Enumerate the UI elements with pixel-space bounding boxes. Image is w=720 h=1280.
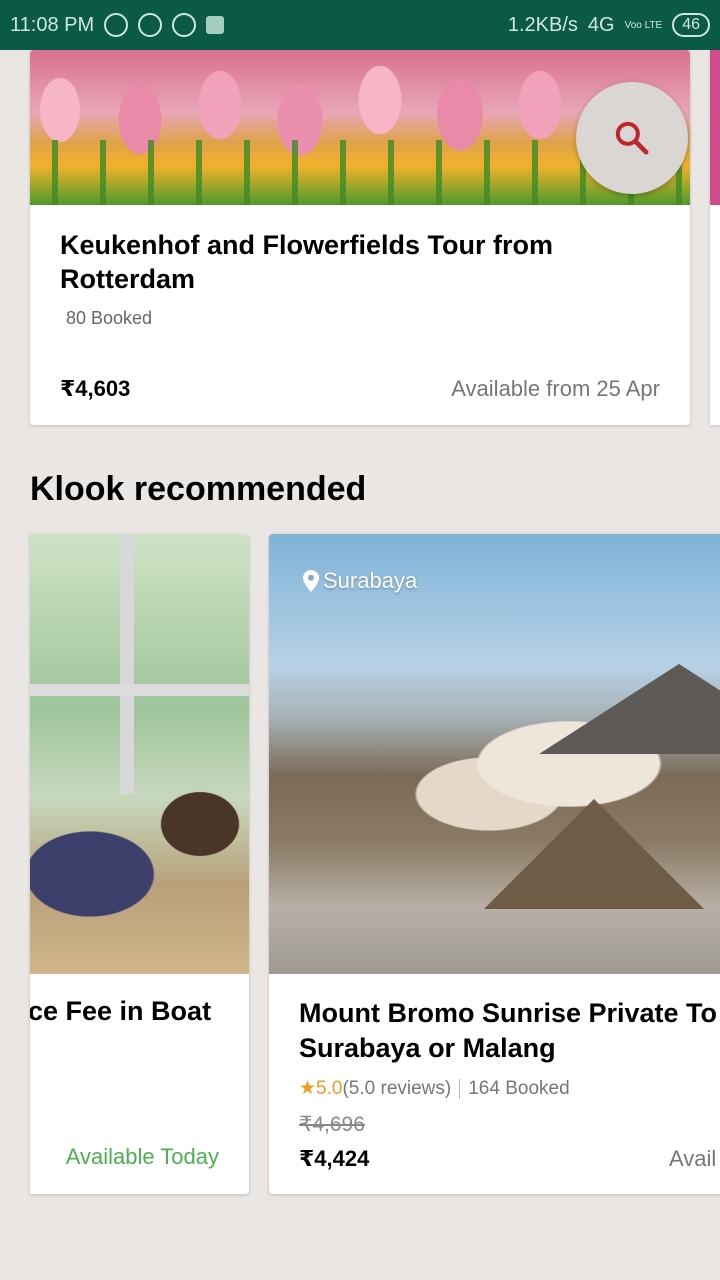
availability-text: Avail xyxy=(669,1146,717,1171)
booked-count: 164 Booked xyxy=(468,1077,570,1099)
activity-price: ₹4,603 xyxy=(60,376,131,401)
rating-value: 5.0 xyxy=(316,1077,343,1099)
location-name: Surabaya xyxy=(323,568,418,593)
whatsapp-icon xyxy=(138,13,163,37)
activity-title: Mount Bromo Sunrise Private To Surabaya … xyxy=(299,998,718,1063)
review-count: (5.0 reviews) xyxy=(342,1077,452,1099)
carrier-tag: Voo LTE xyxy=(624,19,663,31)
activity-title: Keukenhof and Flowerfields Tour from Rot… xyxy=(60,230,554,294)
cat-cafe-image xyxy=(30,534,249,974)
next-card-image xyxy=(710,50,720,205)
recommended-card[interactable]: ce Fee in Boat Available Today xyxy=(30,534,249,1194)
rating-row: ★ 5.0 (5.0 reviews) 164 Booked xyxy=(299,1077,570,1100)
app-notification-icon xyxy=(104,13,129,37)
next-card-peek[interactable] xyxy=(710,50,720,425)
availability-text: Available Today xyxy=(65,1144,219,1169)
battery-icon: 46 xyxy=(672,13,710,37)
whatsapp-icon xyxy=(172,13,197,37)
location-pin-icon xyxy=(303,570,319,592)
availability-text: Available from 25 Apr xyxy=(451,376,660,401)
mount-bromo-image: Surabaya xyxy=(269,534,720,974)
star-icon: ★ xyxy=(299,1078,317,1099)
section-title: Klook recommended xyxy=(30,470,367,508)
booked-count: 80 Booked xyxy=(66,308,153,328)
activity-price: ₹4,424 xyxy=(299,1146,370,1171)
recommended-card[interactable]: Surabaya Mount Bromo Sunrise Private To … xyxy=(269,534,720,1194)
original-price: ₹4,696 xyxy=(299,1113,365,1136)
search-icon xyxy=(615,121,649,155)
search-button[interactable] xyxy=(576,82,688,194)
status-bar: 11:08 PM 1.2KB/s 4G Voo LTE 46 xyxy=(0,0,720,50)
divider xyxy=(459,1078,461,1099)
network-speed: 1.2KB/s xyxy=(507,13,578,36)
android-icon xyxy=(206,16,225,34)
status-time: 11:08 PM xyxy=(10,13,95,36)
network-type: 4G xyxy=(587,13,615,36)
location-label: Surabaya xyxy=(303,568,417,594)
activity-title: ce Fee in Boat xyxy=(30,996,212,1026)
